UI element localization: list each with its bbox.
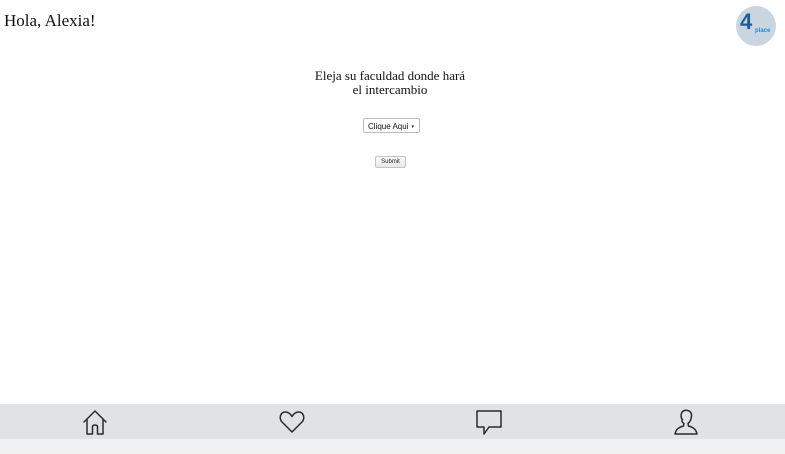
- profile-icon: [674, 409, 698, 435]
- bottom-navbar: [0, 404, 785, 439]
- home-icon: [83, 410, 107, 435]
- chat-bubble-icon: [476, 410, 502, 435]
- nav-messages[interactable]: [474, 407, 504, 437]
- page: Hola, Alexia! 4 place Eleja su faculdad …: [0, 0, 785, 454]
- nav-favorites[interactable]: [277, 407, 307, 437]
- prompt-line-2: el intercambio: [352, 82, 428, 97]
- faculty-select[interactable]: Clique Aqui ▾: [363, 118, 420, 133]
- logo-number: 4: [740, 9, 753, 34]
- submit-button[interactable]: Submit: [375, 156, 406, 168]
- app-logo: 4 place: [736, 6, 776, 46]
- nav-profile[interactable]: [671, 407, 701, 437]
- faculty-prompt: Eleja su faculdad donde hará el intercam…: [250, 69, 530, 97]
- logo-word: place: [755, 28, 771, 34]
- prompt-line-1: Eleja su faculdad donde hará: [314, 68, 466, 83]
- faculty-select-value: Clique Aqui: [368, 122, 409, 131]
- dropdown-arrow-icon: ▾: [411, 124, 414, 130]
- greeting-text: Hola, Alexia!: [4, 11, 96, 30]
- bottom-strip: [0, 439, 785, 454]
- heart-icon: [279, 411, 305, 433]
- nav-home[interactable]: [80, 407, 110, 437]
